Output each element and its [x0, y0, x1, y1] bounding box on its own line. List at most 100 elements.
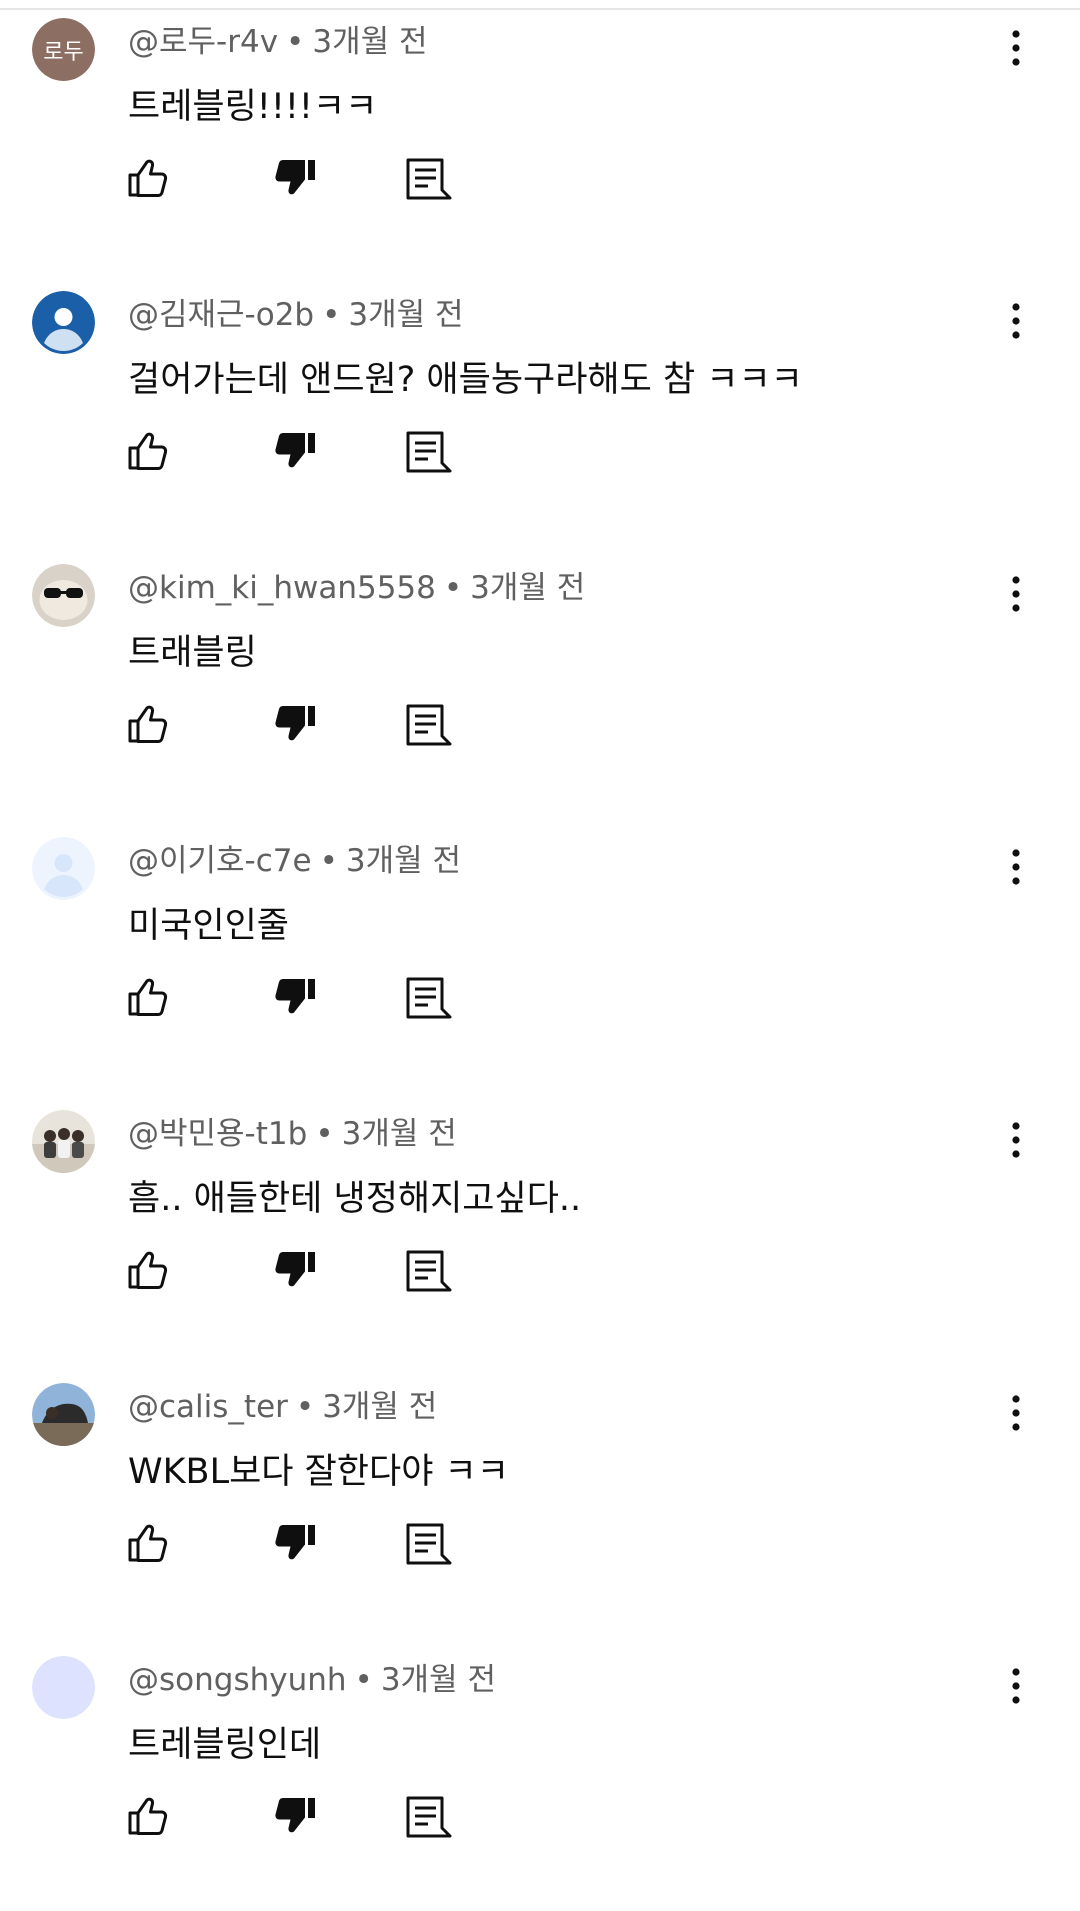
comment-meta: @로두-r4v • 3개월 전 — [128, 20, 427, 64]
thumb-up-outline-icon — [128, 159, 168, 197]
dislike-button[interactable] — [266, 423, 322, 479]
comment-author[interactable]: @songshyunh — [128, 1662, 347, 1698]
comment-meta: @kim_ki_hwan5558 • 3개월 전 — [128, 566, 585, 610]
comment-reply-icon — [406, 431, 452, 473]
comment-text: 트레블링인데 — [128, 1725, 322, 1765]
meta-separator: • — [443, 570, 463, 606]
comment-item: @kim_ki_hwan5558 • 3개월 전 트래블링 — [0, 546, 1080, 819]
comment-time[interactable]: 3개월 전 — [312, 24, 427, 60]
avatar[interactable] — [32, 1656, 95, 1719]
dislike-button[interactable] — [266, 696, 322, 752]
comment-text: 흠.. 애들한테 냉정해지고싶다.. — [128, 1179, 582, 1219]
more-options-button[interactable] — [990, 22, 1042, 74]
comment-time[interactable]: 3개월 전 — [342, 1116, 457, 1152]
thumb-down-filled-icon — [275, 1252, 315, 1287]
thumb-up-outline-icon — [128, 1797, 168, 1835]
dislike-button[interactable] — [266, 150, 322, 206]
thumb-up-outline-icon — [128, 978, 168, 1016]
comment-text: 걸어가는데 앤드원? 애들농구라해도 참 ㅋㅋㅋ — [128, 360, 803, 400]
more-options-button[interactable] — [990, 841, 1042, 893]
thumb-down-filled-icon — [275, 979, 315, 1014]
like-button[interactable] — [120, 1242, 176, 1298]
comment-author[interactable]: @kim_ki_hwan5558 — [128, 570, 436, 606]
reply-button[interactable] — [400, 423, 456, 479]
thumb-down-filled-icon — [275, 706, 315, 741]
reply-button[interactable] — [400, 1515, 456, 1571]
more-options-button[interactable] — [990, 1660, 1042, 1712]
comment-item: @이기호-c7e • 3개월 전 미국인인줄 — [0, 819, 1080, 1092]
more-options-button[interactable] — [990, 295, 1042, 347]
meta-separator: • — [322, 297, 341, 333]
comment-reply-icon — [406, 1250, 452, 1292]
dislike-button[interactable] — [266, 1242, 322, 1298]
comment-reply-icon — [406, 1523, 452, 1565]
avatar[interactable] — [32, 837, 95, 900]
like-button[interactable] — [120, 1515, 176, 1571]
thumb-up-outline-icon — [128, 432, 168, 470]
comment-text: WKBL보다 잘한다야 ㅋㅋ — [128, 1452, 509, 1492]
comment-time[interactable]: 3개월 전 — [322, 1389, 437, 1425]
avatar[interactable]: 로두 — [32, 18, 95, 81]
thumb-down-filled-icon — [275, 160, 315, 195]
comment-text: 트래블링 — [128, 633, 257, 673]
meta-separator: • — [354, 1662, 373, 1698]
meta-separator: • — [295, 1389, 315, 1425]
meta-separator: • — [286, 24, 305, 60]
thumb-up-outline-icon — [128, 1524, 168, 1562]
reply-button[interactable] — [400, 1242, 456, 1298]
comment-time[interactable]: 3개월 전 — [470, 570, 585, 606]
comment-time[interactable]: 3개월 전 — [348, 297, 463, 333]
comment-reply-icon — [406, 158, 452, 200]
dislike-button[interactable] — [266, 1515, 322, 1571]
like-button[interactable] — [120, 1788, 176, 1844]
comment-item: @김재근-o2b • 3개월 전 걸어가는데 앤드원? 애들농구라해도 참 ㅋㅋㅋ — [0, 273, 1080, 546]
thumb-up-outline-icon — [128, 705, 168, 743]
comment-author[interactable]: @이기호-c7e — [128, 843, 312, 879]
like-button[interactable] — [120, 150, 176, 206]
dislike-button[interactable] — [266, 1788, 322, 1844]
reply-button[interactable] — [400, 1788, 456, 1844]
comment-reply-icon — [406, 704, 452, 746]
comment-item: @songshyunh • 3개월 전 트레블링인데 — [0, 1638, 1080, 1911]
comment-time[interactable]: 3개월 전 — [346, 843, 461, 879]
comment-text: 트레블링!!!!ㅋㅋ — [128, 87, 378, 127]
comment-reply-icon — [406, 977, 452, 1019]
more-vert-icon — [1012, 1395, 1020, 1431]
like-button[interactable] — [120, 969, 176, 1025]
thumb-down-filled-icon — [275, 433, 315, 468]
comment-time[interactable]: 3개월 전 — [381, 1662, 496, 1698]
more-vert-icon — [1012, 303, 1020, 339]
more-vert-icon — [1012, 1122, 1020, 1158]
thumb-down-filled-icon — [275, 1798, 315, 1833]
comment-author[interactable]: @로두-r4v — [128, 24, 278, 60]
comment-item: @박민용-t1b • 3개월 전 흠.. 애들한테 냉정해지고싶다.. — [0, 1092, 1080, 1365]
reply-button[interactable] — [400, 150, 456, 206]
more-vert-icon — [1012, 30, 1020, 66]
more-options-button[interactable] — [990, 1387, 1042, 1439]
more-options-button[interactable] — [990, 568, 1042, 620]
like-button[interactable] — [120, 423, 176, 479]
comment-meta: @calis_ter • 3개월 전 — [128, 1385, 437, 1429]
dislike-button[interactable] — [266, 969, 322, 1025]
avatar[interactable] — [32, 1383, 95, 1446]
comment-author[interactable]: @김재근-o2b — [128, 297, 314, 333]
avatar-initials: 로두 — [43, 40, 83, 65]
more-vert-icon — [1012, 1668, 1020, 1704]
thumb-up-outline-icon — [128, 1251, 168, 1289]
comment-meta: @이기호-c7e • 3개월 전 — [128, 839, 461, 883]
avatar[interactable] — [32, 564, 95, 627]
thumb-down-filled-icon — [275, 1525, 315, 1560]
comment-meta: @박민용-t1b • 3개월 전 — [128, 1112, 457, 1156]
like-button[interactable] — [120, 696, 176, 752]
comment-item: 로두 @로두-r4v • 3개월 전 트레블링!!!!ㅋㅋ — [0, 0, 1080, 273]
reply-button[interactable] — [400, 696, 456, 752]
avatar[interactable] — [32, 291, 95, 354]
meta-separator: • — [319, 843, 338, 879]
avatar[interactable] — [32, 1110, 95, 1173]
more-vert-icon — [1012, 576, 1020, 612]
more-options-button[interactable] — [990, 1114, 1042, 1166]
comment-author[interactable]: @calis_ter — [128, 1389, 288, 1425]
more-vert-icon — [1012, 849, 1020, 885]
reply-button[interactable] — [400, 969, 456, 1025]
comment-author[interactable]: @박민용-t1b — [128, 1116, 307, 1152]
